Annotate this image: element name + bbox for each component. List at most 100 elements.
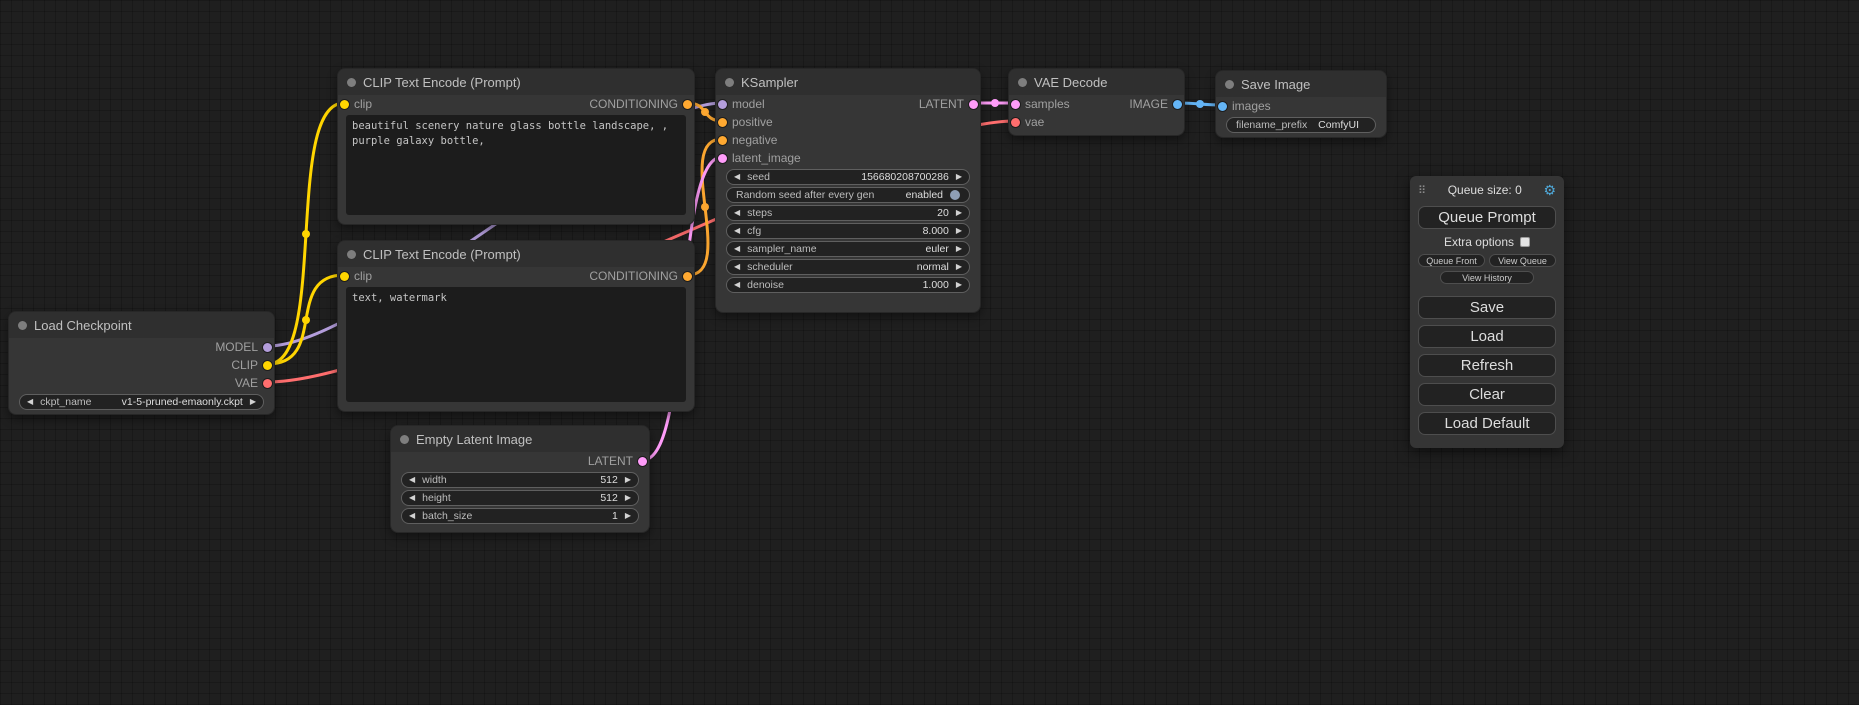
widget-cfg[interactable]: ◀ cfg 8.000 ▶ [726, 223, 970, 239]
decrement-arrow-icon[interactable]: ◀ [734, 245, 740, 253]
prompt-textarea[interactable]: beautiful scenery nature glass bottle la… [346, 115, 686, 215]
node-title-bar[interactable]: CLIP Text Encode (Prompt) [338, 69, 694, 95]
decrement-arrow-icon[interactable]: ◀ [409, 476, 415, 484]
output-slot-conditioning[interactable] [683, 100, 692, 109]
collapse-dot[interactable] [1225, 80, 1234, 89]
increment-arrow-icon[interactable]: ▶ [956, 209, 962, 217]
input-slot-latent-image[interactable] [718, 154, 727, 163]
decrement-arrow-icon[interactable]: ◀ [409, 494, 415, 502]
widget-steps[interactable]: ◀ steps 20 ▶ [726, 205, 970, 221]
collapse-dot[interactable] [400, 435, 409, 444]
decrement-arrow-icon[interactable]: ◀ [734, 173, 740, 181]
output-label-latent: LATENT [919, 97, 964, 111]
link-midpoint-dot [701, 203, 709, 211]
widget-denoise[interactable]: ◀ denoise 1.000 ▶ [726, 277, 970, 293]
collapse-dot[interactable] [347, 250, 356, 259]
increment-arrow-icon[interactable]: ▶ [625, 494, 631, 502]
view-history-button[interactable]: View History [1440, 271, 1534, 284]
load-default-button[interactable]: Load Default [1418, 412, 1556, 435]
widget-sampler-name[interactable]: ◀ sampler_name euler ▶ [726, 241, 970, 257]
prompt-textarea[interactable]: text, watermark [346, 287, 686, 402]
output-slot-vae[interactable] [263, 379, 272, 388]
drag-handle-icon[interactable]: ⠿ [1418, 184, 1426, 197]
load-button[interactable]: Load [1418, 325, 1556, 348]
settings-gear-icon[interactable]: ⚙ [1543, 182, 1556, 199]
widget-ckpt-name[interactable]: ◀ ckpt_name v1-5-pruned-emaonly.ckpt ▶ [19, 394, 264, 410]
link-clip-negative [268, 275, 344, 364]
output-slot-latent[interactable] [969, 100, 978, 109]
extra-options-checkbox[interactable] [1520, 237, 1530, 247]
node-title: CLIP Text Encode (Prompt) [363, 247, 521, 262]
decrement-arrow-icon[interactable]: ◀ [734, 227, 740, 235]
node-save-image[interactable]: Save Image images filename_prefix ComfyU… [1215, 70, 1387, 138]
collapse-dot[interactable] [347, 78, 356, 87]
decrement-arrow-icon[interactable]: ◀ [27, 398, 33, 406]
output-slot-clip[interactable] [263, 361, 272, 370]
widget-height[interactable]: ◀ height 512 ▶ [401, 490, 639, 506]
widget-filename-prefix[interactable]: filename_prefix ComfyUI [1226, 117, 1376, 133]
queue-prompt-button[interactable]: Queue Prompt [1418, 206, 1556, 229]
node-load-checkpoint[interactable]: Load Checkpoint MODEL CLIP VAE ◀ ckpt_na… [8, 311, 275, 415]
output-slot-conditioning[interactable] [683, 272, 692, 281]
widget-width[interactable]: ◀ width 512 ▶ [401, 472, 639, 488]
node-empty-latent-image[interactable]: Empty Latent Image LATENT ◀ width 512 ▶ … [390, 425, 650, 533]
increment-arrow-icon[interactable]: ▶ [956, 227, 962, 235]
increment-arrow-icon[interactable]: ▶ [625, 476, 631, 484]
link-clip-positive [268, 103, 344, 364]
collapse-dot[interactable] [18, 321, 27, 330]
refresh-button[interactable]: Refresh [1418, 354, 1556, 377]
node-ksampler[interactable]: KSampler model LATENT positive negative … [715, 68, 981, 313]
widget-seed[interactable]: ◀ seed 156680208700286 ▶ [726, 169, 970, 185]
output-label-conditioning: CONDITIONING [589, 269, 678, 283]
clear-button[interactable]: Clear [1418, 383, 1556, 406]
view-queue-button[interactable]: View Queue [1489, 254, 1556, 267]
toggle-dot[interactable] [950, 190, 960, 200]
input-slot-positive[interactable] [718, 118, 727, 127]
node-title-bar[interactable]: Save Image [1216, 71, 1386, 97]
collapse-dot[interactable] [725, 78, 734, 87]
node-title: KSampler [741, 75, 798, 90]
node-title-bar[interactable]: CLIP Text Encode (Prompt) [338, 241, 694, 267]
output-slot-latent[interactable] [638, 457, 647, 466]
queue-front-button[interactable]: Queue Front [1418, 254, 1485, 267]
link-midpoint-dot [302, 316, 310, 324]
input-label-samples: samples [1025, 97, 1070, 111]
widget-seed-control[interactable]: Random seed after every gen enabled [726, 187, 970, 203]
input-label-model: model [732, 97, 765, 111]
decrement-arrow-icon[interactable]: ◀ [409, 512, 415, 520]
increment-arrow-icon[interactable]: ▶ [956, 263, 962, 271]
extra-options-label: Extra options [1444, 235, 1514, 249]
collapse-dot[interactable] [1018, 78, 1027, 87]
graph-canvas[interactable]: Load Checkpoint MODEL CLIP VAE ◀ ckpt_na… [0, 0, 1859, 705]
input-label-positive: positive [732, 115, 773, 129]
save-button[interactable]: Save [1418, 296, 1556, 319]
link-midpoint-dot [701, 108, 709, 116]
increment-arrow-icon[interactable]: ▶ [956, 281, 962, 289]
node-clip-text-encode-positive[interactable]: CLIP Text Encode (Prompt) clip CONDITION… [337, 68, 695, 225]
input-label-latent-image: latent_image [732, 151, 801, 165]
decrement-arrow-icon[interactable]: ◀ [734, 263, 740, 271]
input-slot-model[interactable] [718, 100, 727, 109]
input-slot-clip[interactable] [340, 272, 349, 281]
node-title-bar[interactable]: KSampler [716, 69, 980, 95]
increment-arrow-icon[interactable]: ▶ [250, 398, 256, 406]
node-clip-text-encode-negative[interactable]: CLIP Text Encode (Prompt) clip CONDITION… [337, 240, 695, 412]
input-slot-clip[interactable] [340, 100, 349, 109]
input-slot-images[interactable] [1218, 102, 1227, 111]
node-title-bar[interactable]: VAE Decode [1009, 69, 1184, 95]
increment-arrow-icon[interactable]: ▶ [956, 245, 962, 253]
widget-batch-size[interactable]: ◀ batch_size 1 ▶ [401, 508, 639, 524]
widget-scheduler[interactable]: ◀ scheduler normal ▶ [726, 259, 970, 275]
node-vae-decode[interactable]: VAE Decode samples IMAGE vae [1008, 68, 1185, 136]
output-slot-model[interactable] [263, 343, 272, 352]
increment-arrow-icon[interactable]: ▶ [625, 512, 631, 520]
output-slot-image[interactable] [1173, 100, 1182, 109]
decrement-arrow-icon[interactable]: ◀ [734, 209, 740, 217]
decrement-arrow-icon[interactable]: ◀ [734, 281, 740, 289]
increment-arrow-icon[interactable]: ▶ [956, 173, 962, 181]
input-slot-vae[interactable] [1011, 118, 1020, 127]
input-slot-samples[interactable] [1011, 100, 1020, 109]
input-slot-negative[interactable] [718, 136, 727, 145]
node-title-bar[interactable]: Empty Latent Image [391, 426, 649, 452]
node-title-bar[interactable]: Load Checkpoint [9, 312, 274, 338]
